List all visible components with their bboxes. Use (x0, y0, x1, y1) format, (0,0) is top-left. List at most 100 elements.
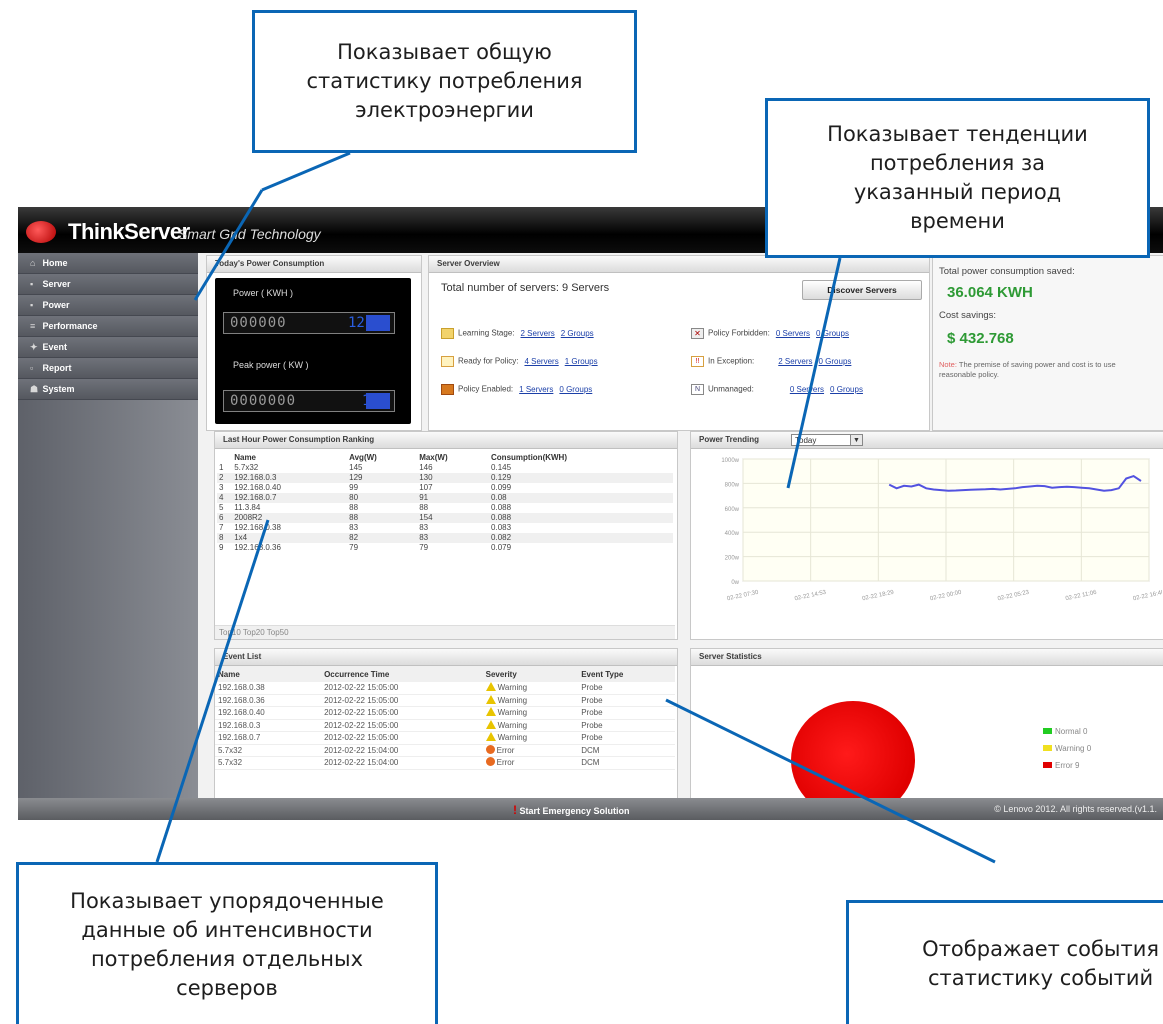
table-cell: 154 (417, 513, 490, 523)
table-cell: 0.129 (489, 473, 673, 483)
learning-groups-link[interactable]: 2 Groups (561, 329, 594, 338)
sidebar-item-label: Power (42, 300, 70, 310)
column-header[interactable]: Event Type (578, 666, 675, 682)
table-row[interactable]: 7 192.168.0.38 83 83 0.083 (217, 523, 673, 533)
column-header[interactable]: Severity (482, 666, 579, 682)
exception-groups-link[interactable]: 0 Groups (818, 357, 851, 366)
event-list-panel: Event List Name Occurrence Time Severity Ev… (214, 648, 678, 800)
unmanaged-groups-link[interactable]: 0 Groups (830, 385, 863, 394)
legend-label: Error 9 (1055, 761, 1080, 770)
overview-unmanaged: N Unmanaged: 0 Servers 0 Groups (691, 384, 863, 395)
table-cell: 83 (417, 533, 490, 543)
enabled-groups-link[interactable]: 0 Groups (559, 385, 592, 394)
callout-line: потребления отдельных (90, 946, 364, 971)
table-cell: 2008R2 (232, 513, 348, 523)
callout-line: данные об интенсивности (81, 917, 373, 942)
warning-icon (485, 719, 496, 729)
table-row[interactable]: 5 11.3.84 88 88 0.088 (217, 503, 673, 513)
table-cell: 2012-02-22 15:05:00 (321, 694, 483, 707)
table-row[interactable]: 5.7x32 2012-02-22 15:04:00 Error DCM (215, 756, 675, 770)
table-row[interactable]: 192.168.0.3 2012-02-22 15:05:00 Warning Pro… (215, 719, 675, 732)
forbidden-servers-link[interactable]: 0 Servers (776, 329, 810, 338)
table-cell: 129 (347, 473, 418, 483)
table-row[interactable]: 5.7x32 2012-02-22 15:04:00 Error DCM (215, 744, 675, 757)
legend-item: Normal 0 (1043, 723, 1091, 740)
copyright: © Lenovo 2012. All rights reserved.(v1.1… (994, 804, 1157, 814)
emergency-label: Start Emergency Solution (519, 806, 630, 816)
table-cell: Probe (578, 694, 675, 707)
table-cell: Warning (482, 682, 579, 695)
table-row[interactable]: 192.168.0.7 2012-02-22 15:05:00 Warning Pro… (215, 731, 675, 745)
table-row[interactable]: 192.168.0.40 2012-02-22 15:05:00 Warning Pr… (215, 706, 675, 720)
ranking-panel: Last Hour Power Consumption Ranking Name… (214, 431, 678, 640)
overview-enabled: Policy Enabled: 1 Servers 0 Groups (441, 384, 592, 395)
table-cell: 9 (219, 543, 224, 552)
learning-servers-link[interactable]: 2 Servers (521, 329, 555, 338)
emergency-link[interactable]: ! Start Emergency Solution (513, 803, 630, 817)
footer-bar: ! Start Emergency Solution © Lenovo 2012… (18, 798, 1163, 820)
forbidden-groups-link[interactable]: 0 Groups (816, 329, 849, 338)
sidebar-item-report[interactable]: ▫ Report (18, 358, 198, 379)
sidebar-item-system[interactable]: ☗ System (18, 379, 198, 400)
sidebar-item-performance[interactable]: ≡ Performance (18, 316, 198, 337)
table-cell: 99 (349, 483, 359, 492)
sidebar-item-label: Server (42, 279, 71, 289)
ready-servers-link[interactable]: 4 Servers (524, 357, 558, 366)
table-cell: 0.145 (491, 463, 512, 472)
table-row[interactable]: 4 192.168.0.7 80 91 0.08 (217, 493, 673, 503)
table-row[interactable]: 6 2008R2 88 154 0.088 (217, 513, 673, 523)
unmanaged-servers-link[interactable]: 0 Servers (790, 385, 824, 394)
column-header[interactable]: Name (215, 666, 322, 682)
column-header[interactable]: Occurrence Time (321, 666, 483, 682)
total-servers: Total number of servers: 9 Servers (441, 282, 610, 294)
table-cell: 2 (217, 473, 233, 483)
table-row[interactable]: 192.168.0.36 2012-02-22 15:05:00 Warning Pr… (215, 694, 675, 707)
callout-events: Отображает события статистику событий (846, 900, 1163, 1024)
error-icon (485, 757, 495, 766)
table-row[interactable]: 192.168.0.38 2012-02-22 15:05:00 Warning Pr… (215, 682, 675, 695)
table-cell: 0.088 (489, 513, 673, 523)
exception-icon: !! (691, 356, 704, 367)
power-digits: 000000 (230, 315, 287, 331)
item-label: Policy Enabled: (458, 384, 514, 394)
system-icon: ☗ (30, 384, 39, 394)
table-cell: 146 (419, 463, 433, 472)
item-label: Learning Stage: (458, 328, 515, 338)
table-cell: 2012-02-22 15:05:00 (321, 731, 483, 745)
warning-icon (485, 694, 496, 704)
table-cell: 79 (419, 543, 429, 552)
table-row[interactable]: 8 1x4 82 83 0.082 (217, 533, 673, 543)
table-cell: 88 (419, 503, 429, 512)
sidebar-item-home[interactable]: ⌂ Home (18, 253, 198, 274)
discover-servers-button[interactable]: Discover Servers (802, 280, 922, 300)
column-header: Name (234, 453, 257, 462)
table-cell: 7 (219, 523, 224, 532)
server-overview-panel: Server Overview Total number of servers:… (428, 255, 930, 431)
table-cell: 5.7x32 (215, 744, 322, 757)
severity-label: Error (496, 758, 515, 767)
table-cell: 192.168.0.36 (234, 543, 281, 552)
severity-label: Warning (497, 683, 528, 692)
callout-line: Показывает упорядоченные (70, 888, 384, 913)
trend-range-select[interactable]: Today ▼ (791, 434, 863, 446)
column-header (217, 452, 232, 463)
ready-groups-link[interactable]: 1 Groups (565, 357, 598, 366)
table-cell: 79 (349, 543, 359, 552)
sidebar-item-power[interactable]: ▪ Power (18, 295, 198, 316)
sidebar-item-server[interactable]: ▪ Server (18, 274, 198, 295)
table-cell: 107 (419, 483, 433, 492)
table-cell: Warning (482, 694, 579, 707)
table-cell: Probe (578, 706, 675, 720)
table-cell: 83 (349, 523, 359, 532)
performance-icon: ≡ (30, 321, 36, 331)
exception-servers-link[interactable]: 2 Servers (778, 357, 812, 366)
top-n-links[interactable]: Top10 Top20 Top50 (215, 625, 675, 639)
enabled-servers-link[interactable]: 1 Servers (519, 385, 553, 394)
sidebar-item-event[interactable]: ✦ Event (18, 337, 198, 358)
table-row[interactable]: 3 192.168.0.40 99 107 0.099 (217, 483, 673, 493)
table-row[interactable]: 2 192.168.0.3 129 130 0.129 (217, 473, 673, 483)
table-cell: 192.168.0.36 (215, 694, 322, 707)
table-row[interactable]: 9 192.168.0.36 79 79 0.079 (217, 543, 673, 553)
peak-counter: 0000000 1 (223, 390, 395, 412)
table-row[interactable]: 1 5.7x32 145 146 0.145 (217, 463, 673, 473)
